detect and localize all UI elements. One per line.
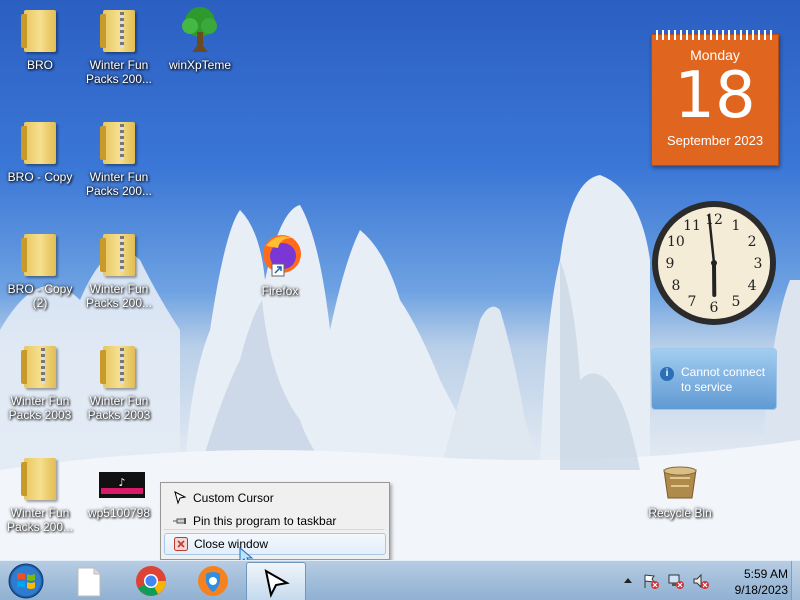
icon-label: Winter Fun Packs 200...: [85, 170, 153, 198]
zip-folder-icon: [100, 234, 135, 276]
folder-icon: [21, 234, 56, 276]
firefox-icon: [263, 235, 301, 277]
tree-icon: [182, 7, 217, 52]
taskbar-vpn-button[interactable]: [184, 562, 242, 600]
chrome-icon: [136, 566, 166, 596]
menu-separator: [164, 529, 384, 530]
zip-winter-fun-packs-2003[interactable]: Winter Fun Packs 2003: [81, 342, 157, 422]
zip-winter-fun-packs-2[interactable]: Winter Fun Packs 200...: [81, 6, 157, 86]
menu-item-label: Custom Cursor: [193, 491, 274, 505]
clock-number: 3: [754, 256, 763, 272]
start-button[interactable]: [4, 561, 48, 600]
pin-icon: [173, 518, 186, 524]
clock-number: 8: [671, 278, 680, 294]
weather-message: Cannot connect to service: [681, 365, 766, 394]
icon-label: Winter Fun Packs 200...: [85, 58, 153, 86]
desktop[interactable]: BRO BRO - Copy BRO - Copy (2) Winter Fun…: [0, 0, 800, 560]
taskbar-chrome-button[interactable]: [122, 562, 180, 600]
icon-label: wp5100798: [87, 506, 151, 520]
mouse-pointer: [239, 546, 254, 560]
icon-label: Winter Fun Packs 200...: [6, 506, 74, 534]
clock-number: 4: [748, 278, 757, 294]
tray-action-center[interactable]: [643, 573, 659, 589]
clock-number: 9: [666, 256, 675, 272]
folder-bro-copy-2[interactable]: BRO - Copy (2): [2, 230, 78, 310]
taskbar-custom-cursor-button[interactable]: [246, 562, 306, 600]
zip-winter-fun-packs-1[interactable]: Winter Fun Packs 2003: [2, 342, 78, 422]
zip-winter-fun-packs-3[interactable]: Winter Fun Packs 200...: [81, 118, 157, 198]
folder-icon: [21, 10, 56, 52]
shortcut-firefox[interactable]: Firefox: [242, 232, 318, 298]
clock-number: 2: [748, 234, 757, 250]
menu-item-pin-taskbar[interactable]: Pin this program to taskbar: [164, 511, 384, 531]
taskbar-jump-list: Custom Cursor Pin this program to taskba…: [160, 482, 390, 560]
folder-bro-copy[interactable]: BRO - Copy: [2, 118, 78, 184]
tray-volume[interactable]: [693, 573, 709, 589]
clock-gadget[interactable]: 1 2 3 4 5 6 7 8 9 10 11 12: [651, 200, 777, 326]
analog-clock: 1234567891011 12: [652, 201, 776, 325]
icon-label: Winter Fun Packs 2003: [87, 394, 151, 422]
icon-label: BRO - Copy: [7, 170, 73, 184]
tray-network[interactable]: [668, 573, 684, 589]
menu-item-close-window[interactable]: Close window: [164, 533, 386, 555]
calendar-date: 18: [674, 59, 756, 133]
icon-label: BRO: [26, 58, 53, 72]
clock-number: 5: [732, 294, 741, 310]
blank-document-icon: [77, 567, 101, 597]
vpn-shield-icon: [198, 566, 228, 596]
folder-bro[interactable]: BRO: [2, 6, 78, 72]
clock-number: 12: [705, 212, 723, 228]
zip-folder-icon: [100, 346, 135, 388]
icon-label: Firefox: [261, 284, 299, 298]
icon-label: Winter Fun Packs 200...: [85, 282, 153, 310]
folder-icon: [21, 122, 56, 164]
recycle-bin[interactable]: Recycle Bin: [642, 466, 718, 520]
icon-label: BRO - Copy (2): [7, 282, 73, 310]
icon-label: winXpTeme: [168, 58, 232, 72]
clock-number: 6: [710, 300, 719, 316]
tray-date: 9/18/2023: [734, 583, 788, 597]
clock-number: 10: [667, 234, 685, 250]
icon-label: Recycle Bin: [648, 506, 712, 520]
folder-icon: [21, 458, 56, 500]
taskbar-clock[interactable]: 5:59 AM 9/18/2023: [710, 566, 788, 598]
zip-folder-icon: [100, 122, 135, 164]
tray-time: 5:59 AM: [743, 567, 788, 581]
chevron-up-icon: [624, 578, 632, 583]
folder-winter-fun-packs-5[interactable]: Winter Fun Packs 200...: [2, 454, 78, 534]
shortcut-winxpteme[interactable]: winXpTeme: [162, 6, 238, 72]
calendar-rings: [656, 30, 774, 40]
cursor-icon: [174, 491, 187, 505]
calendar-gadget[interactable]: Monday 18 September 2023: [651, 30, 779, 166]
show-hidden-icons-button[interactable]: [621, 574, 637, 590]
weather-gadget[interactable]: i Cannot connect to service: [651, 348, 777, 410]
calendar-month: September 2023: [666, 133, 764, 148]
windows-orb-icon: [8, 563, 44, 599]
zip-folder-icon: [100, 10, 135, 52]
clock-number: 7: [688, 294, 697, 310]
svg-text:♪: ♪: [118, 476, 125, 489]
taskbar-file-button[interactable]: [60, 562, 118, 600]
volume-muted-icon: [693, 573, 709, 589]
flag-error-icon: [644, 574, 659, 589]
clock-number: 1: [732, 218, 741, 234]
zip-winter-fun-packs-4[interactable]: Winter Fun Packs 200...: [81, 230, 157, 310]
show-desktop-button[interactable]: [791, 561, 800, 600]
recycle-bin-icon: [663, 466, 697, 499]
wallpaper-file-wp5100798[interactable]: ♪ wp5100798: [81, 472, 157, 520]
network-error-icon: [668, 574, 684, 589]
image-thumbnail-icon: ♪: [99, 472, 145, 498]
taskbar: 5:59 AM 9/18/2023: [0, 560, 800, 600]
close-icon: [174, 537, 188, 551]
info-icon: i: [660, 367, 674, 381]
cursor-icon: [264, 569, 290, 599]
menu-item-label: Pin this program to taskbar: [193, 514, 337, 528]
menu-item-custom-cursor[interactable]: Custom Cursor: [164, 488, 384, 508]
icon-label: Winter Fun Packs 2003: [8, 394, 72, 422]
clock-number: 11: [683, 218, 701, 234]
zip-folder-icon: [21, 346, 56, 388]
